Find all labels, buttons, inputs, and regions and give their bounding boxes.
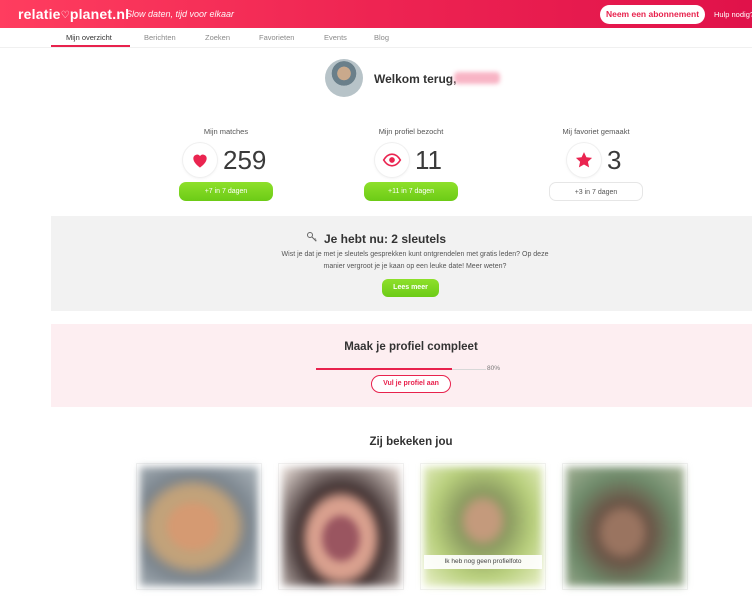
help-link[interactable]: Hulp nodig? xyxy=(714,10,752,19)
viewer-photo xyxy=(140,467,258,586)
complete-profile-button[interactable]: Vul je profiel aan xyxy=(371,375,451,393)
tab-zoeken[interactable]: Zoeken xyxy=(205,33,230,42)
tab-berichten[interactable]: Berichten xyxy=(144,33,176,42)
profile-complete-panel xyxy=(51,324,752,407)
welcome-name-blurred xyxy=(454,72,500,84)
viewer-photo-card[interactable] xyxy=(562,463,688,590)
stat-label: Mij favoriet gemaakt xyxy=(562,127,630,136)
keys-title: Je hebt nu: 2 sleutels xyxy=(0,231,752,246)
avatar[interactable] xyxy=(325,59,363,97)
keys-description: Wist je dat je met je sleutels gesprekke… xyxy=(281,251,549,270)
stat-value: 259 xyxy=(223,145,267,175)
logo-text-end: planet.nl xyxy=(69,6,130,22)
subscribe-button[interactable]: Neem een abonnement xyxy=(600,5,705,24)
tab-mijn-overzicht[interactable]: Mijn overzicht xyxy=(66,33,112,42)
key-icon xyxy=(306,231,318,246)
tab-favorieten[interactable]: Favorieten xyxy=(259,33,294,42)
keys-title-text: Je hebt nu: 2 sleutels xyxy=(323,232,447,246)
top-header: relatie♡planet.nl Slow daten, tijd voor … xyxy=(0,0,752,28)
viewed-title: Zij bekeken jou xyxy=(369,436,453,448)
stat-change-pill: +3 in 7 dagen xyxy=(549,182,643,201)
logo-text-main: relatie xyxy=(18,6,61,22)
stat-value: 3 xyxy=(607,145,622,175)
viewer-photo xyxy=(282,467,400,586)
logo[interactable]: relatie♡planet.nl xyxy=(18,6,129,22)
profile-progress-text: 80% xyxy=(487,365,501,372)
profile-complete-title: Maak je profiel compleet xyxy=(344,341,478,353)
viewer-photo-card[interactable]: Ik heb nog geen profielfoto xyxy=(420,463,546,590)
tab-blog[interactable]: Blog xyxy=(374,33,389,42)
eye-icon xyxy=(375,143,409,177)
logo-heart-icon: ♡ xyxy=(60,10,70,21)
viewer-photo xyxy=(566,467,684,586)
stat-change-pill: +11 in 7 dagen xyxy=(364,182,458,201)
tagline: Slow daten, tijd voor elkaar xyxy=(126,9,235,19)
viewer-photo-card[interactable] xyxy=(278,463,404,590)
welcome-text: Welkom terug, xyxy=(374,72,457,86)
stat-label: Mijn matches xyxy=(203,127,249,136)
tabs-divider xyxy=(0,47,752,48)
stat-value: 11 xyxy=(415,145,442,175)
stat-label: Mijn profiel bezocht xyxy=(378,127,444,136)
star-icon xyxy=(567,143,601,177)
stat-change-pill: +7 in 7 dagen xyxy=(179,182,273,201)
viewer-photo-card[interactable] xyxy=(136,463,262,590)
profile-progress-bar xyxy=(316,368,452,370)
no-photo-caption: Ik heb nog geen profielfoto xyxy=(424,555,542,569)
read-more-button[interactable]: Lees meer xyxy=(382,279,439,297)
heart-icon xyxy=(183,143,217,177)
tab-events[interactable]: Events xyxy=(324,33,347,42)
